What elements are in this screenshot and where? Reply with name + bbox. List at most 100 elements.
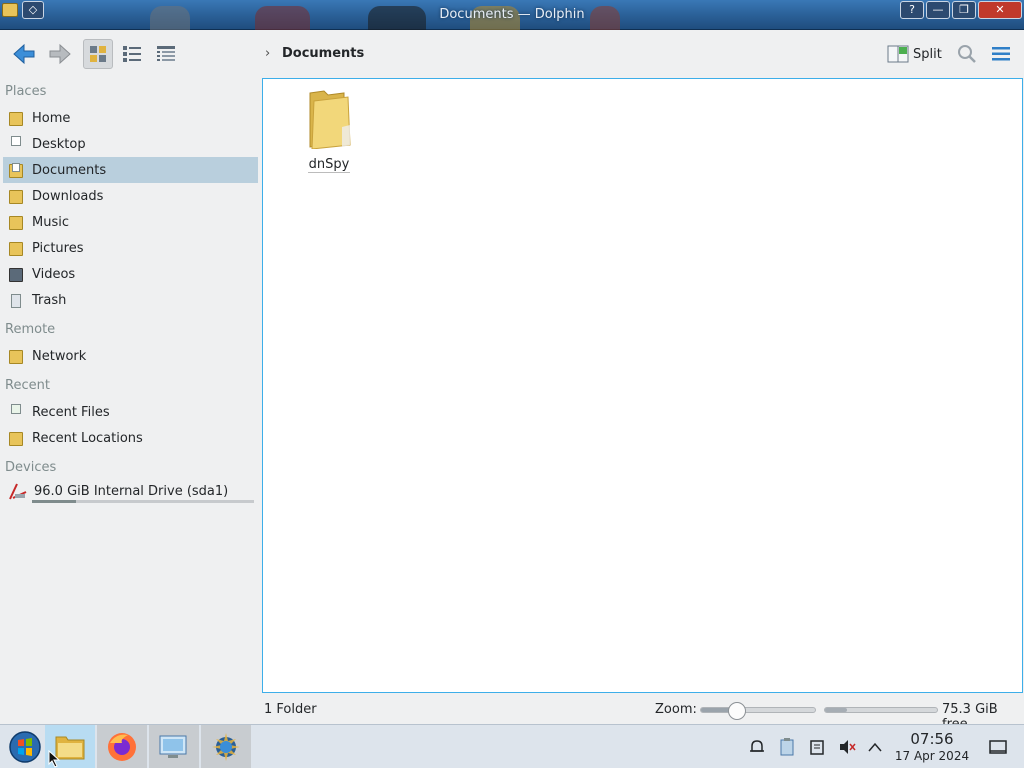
system-settings-icon (159, 735, 187, 758)
documents-folder-icon (7, 160, 25, 180)
sidebar-item-label: Trash (32, 292, 67, 308)
details-view-button[interactable] (151, 39, 181, 69)
status-bar: 1 Folder Zoom: 75.3 GiB free (0, 694, 1024, 732)
sidebar-item-label: Downloads (32, 188, 104, 204)
home-folder-icon (7, 108, 25, 128)
sidebar-item-pictures[interactable]: Pictures (3, 235, 258, 261)
forward-arrow-icon (49, 43, 71, 65)
menu-button[interactable] (986, 39, 1016, 69)
section-places: Places (5, 84, 47, 99)
compact-view-button[interactable] (117, 39, 147, 69)
sidebar-item-downloads[interactable]: Downloads (3, 183, 258, 209)
drive-icon (9, 483, 27, 500)
split-view-icon (887, 45, 909, 63)
compact-view-icon (123, 46, 141, 62)
sidebar-item-recent-files[interactable]: Recent Files (3, 399, 258, 425)
title-bar[interactable]: ◇ Documents — Dolphin ? — ❐ ✕ (0, 0, 1024, 30)
section-recent: Recent (5, 378, 50, 393)
sidebar-item-label: Videos (32, 266, 76, 282)
sidebar-item-documents[interactable]: Documents (3, 157, 258, 183)
back-button[interactable] (10, 39, 40, 69)
chevron-up-icon (868, 742, 882, 752)
taskbar: 07:56 17 Apr 2024 (0, 724, 1024, 768)
toolbar: › Documents Split (0, 31, 1024, 77)
downloads-folder-icon (7, 186, 25, 206)
clock-date[interactable]: 17 Apr 2024 (892, 749, 972, 763)
search-icon (958, 45, 976, 63)
sidebar-item-label: Network (32, 348, 87, 364)
music-folder-icon (7, 212, 25, 232)
places-panel: Places Home Desktop Documents Downloads … (0, 78, 262, 700)
start-orb-icon (9, 731, 41, 763)
sidebar-item-label: Pictures (32, 240, 84, 256)
sidebar-item-label: Music (32, 214, 69, 230)
file-item-folder[interactable]: dnSpy (301, 87, 357, 173)
maximize-button[interactable]: ❐ (952, 1, 976, 19)
breadcrumb-chevron-icon[interactable]: › (265, 46, 270, 61)
desktop-icon (7, 134, 25, 154)
details-view-icon (157, 46, 175, 61)
clipboard-tray-button[interactable] (778, 737, 796, 757)
back-arrow-icon (13, 43, 35, 65)
sidebar-item-label: Recent Files (32, 404, 110, 420)
alarm-bell-icon (750, 740, 764, 752)
sidebar-item-music[interactable]: Music (3, 209, 258, 235)
pictures-folder-icon (7, 238, 25, 258)
window-title: Documents — Dolphin (439, 7, 585, 22)
volume-muted-icon (840, 740, 856, 754)
taskbar-system-settings[interactable] (149, 725, 199, 768)
file-name: dnSpy (307, 157, 351, 173)
zoom-label: Zoom: (655, 702, 697, 717)
zoom-slider[interactable] (700, 702, 816, 720)
sidebar-item-trash[interactable]: Trash (3, 287, 258, 313)
hamburger-menu-icon (992, 47, 1010, 61)
sidebar-item-label: Documents (32, 162, 107, 178)
icons-view-button[interactable] (83, 39, 113, 69)
recent-locations-icon (7, 428, 25, 448)
sidebar-item-label: 96.0 GiB Internal Drive (sda1) (34, 483, 229, 499)
close-button[interactable]: ✕ (978, 1, 1022, 19)
section-devices: Devices (5, 460, 57, 475)
show-desktop-button[interactable] (988, 737, 1008, 757)
sidebar-item-label: Desktop (32, 136, 86, 152)
network-folder-icon (7, 346, 25, 366)
status-summary: 1 Folder (264, 702, 317, 717)
free-space-bar (824, 707, 938, 713)
section-remote: Remote (5, 322, 56, 337)
taskbar-kde-app[interactable] (201, 725, 251, 768)
show-desktop-icon (989, 740, 1007, 754)
search-button[interactable] (952, 39, 982, 69)
tray-expand-button[interactable] (866, 737, 884, 757)
folder-icon (309, 90, 351, 150)
taskbar-firefox[interactable] (97, 725, 147, 768)
clipboard-icon (780, 738, 794, 756)
forward-button[interactable] (44, 39, 74, 69)
sidebar-item-label: Home (32, 110, 71, 126)
minimize-button[interactable]: — (926, 1, 950, 19)
zoom-slider-handle[interactable] (728, 702, 747, 720)
mouse-cursor-icon (48, 750, 61, 768)
split-label: Split (913, 46, 942, 62)
firefox-icon (108, 733, 136, 761)
file-view[interactable]: dnSpy (262, 78, 1023, 693)
breadcrumb[interactable]: Documents (282, 46, 364, 61)
trash-icon (7, 290, 25, 310)
notifications-tray-button[interactable] (748, 737, 766, 757)
sidebar-item-home[interactable]: Home (3, 105, 258, 131)
start-menu-button[interactable] (0, 725, 50, 768)
storage-tray-button[interactable] (808, 737, 826, 757)
sidebar-item-videos[interactable]: Videos (3, 261, 258, 287)
sidebar-item-network[interactable]: Network (3, 343, 258, 369)
clock-time[interactable]: 07:56 (896, 730, 968, 748)
app-globe-icon (212, 733, 240, 761)
split-button[interactable]: Split (887, 43, 942, 65)
sidebar-item-recent-locations[interactable]: Recent Locations (3, 425, 258, 451)
help-button[interactable]: ? (900, 1, 924, 19)
videos-folder-icon (7, 264, 25, 284)
sidebar-item-label: Recent Locations (32, 430, 143, 446)
sidebar-item-desktop[interactable]: Desktop (3, 131, 258, 157)
drive-usage-bar (32, 500, 254, 503)
icons-view-icon (90, 46, 106, 62)
recent-files-icon (7, 402, 25, 422)
volume-tray-button[interactable] (838, 737, 856, 757)
